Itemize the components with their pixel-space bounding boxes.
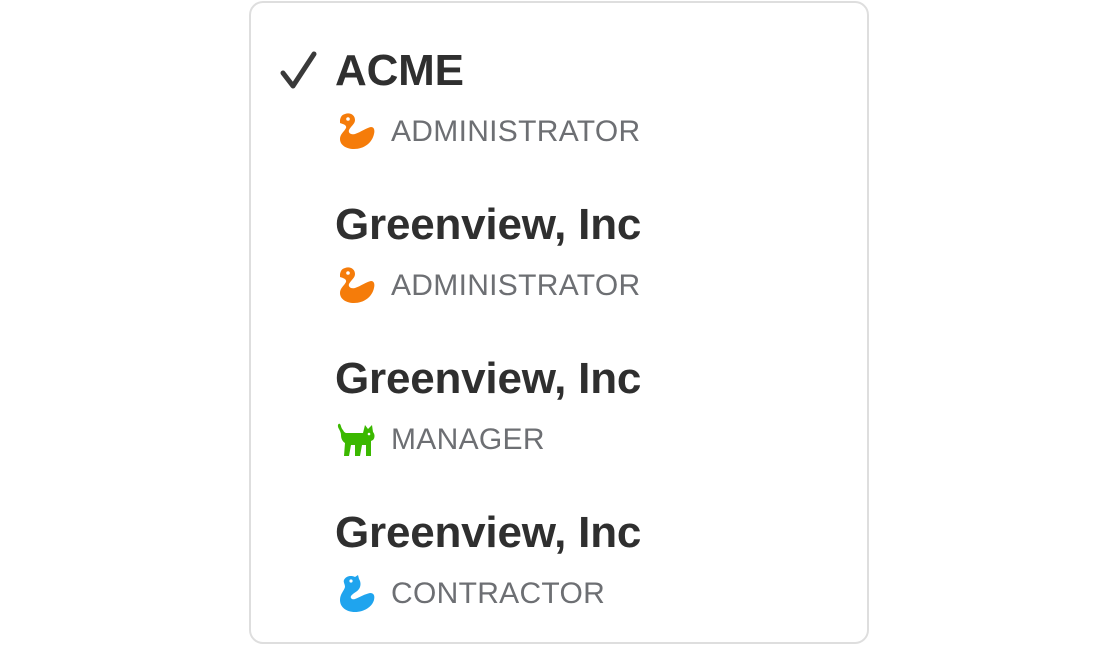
account-role: ADMINISTRATOR <box>391 115 641 148</box>
account-switcher-menu: ACME ADMINISTRATOR Greenview, Inc ADMINI… <box>249 1 869 644</box>
cat-icon <box>337 423 375 456</box>
duck-icon <box>340 267 375 303</box>
account-option-greenview-administrator[interactable]: Greenview, Inc ADMINISTRATOR <box>251 157 867 307</box>
account-name: ACME <box>335 46 464 95</box>
checkmark-icon <box>280 51 317 89</box>
account-name: Greenview, Inc <box>335 508 642 557</box>
account-name: Greenview, Inc <box>335 200 642 249</box>
account-option-greenview-manager[interactable]: Greenview, Inc MANAGER <box>251 311 867 461</box>
account-role: CONTRACTOR <box>391 577 606 610</box>
account-role: MANAGER <box>391 423 545 456</box>
account-role: ADMINISTRATOR <box>391 269 641 302</box>
account-name: Greenview, Inc <box>335 354 642 403</box>
account-option-acme[interactable]: ACME ADMINISTRATOR <box>251 3 867 153</box>
seal-icon <box>340 575 375 612</box>
account-option-greenview-contractor[interactable]: Greenview, Inc CONTRACTOR <box>251 465 867 615</box>
duck-icon <box>340 113 375 149</box>
